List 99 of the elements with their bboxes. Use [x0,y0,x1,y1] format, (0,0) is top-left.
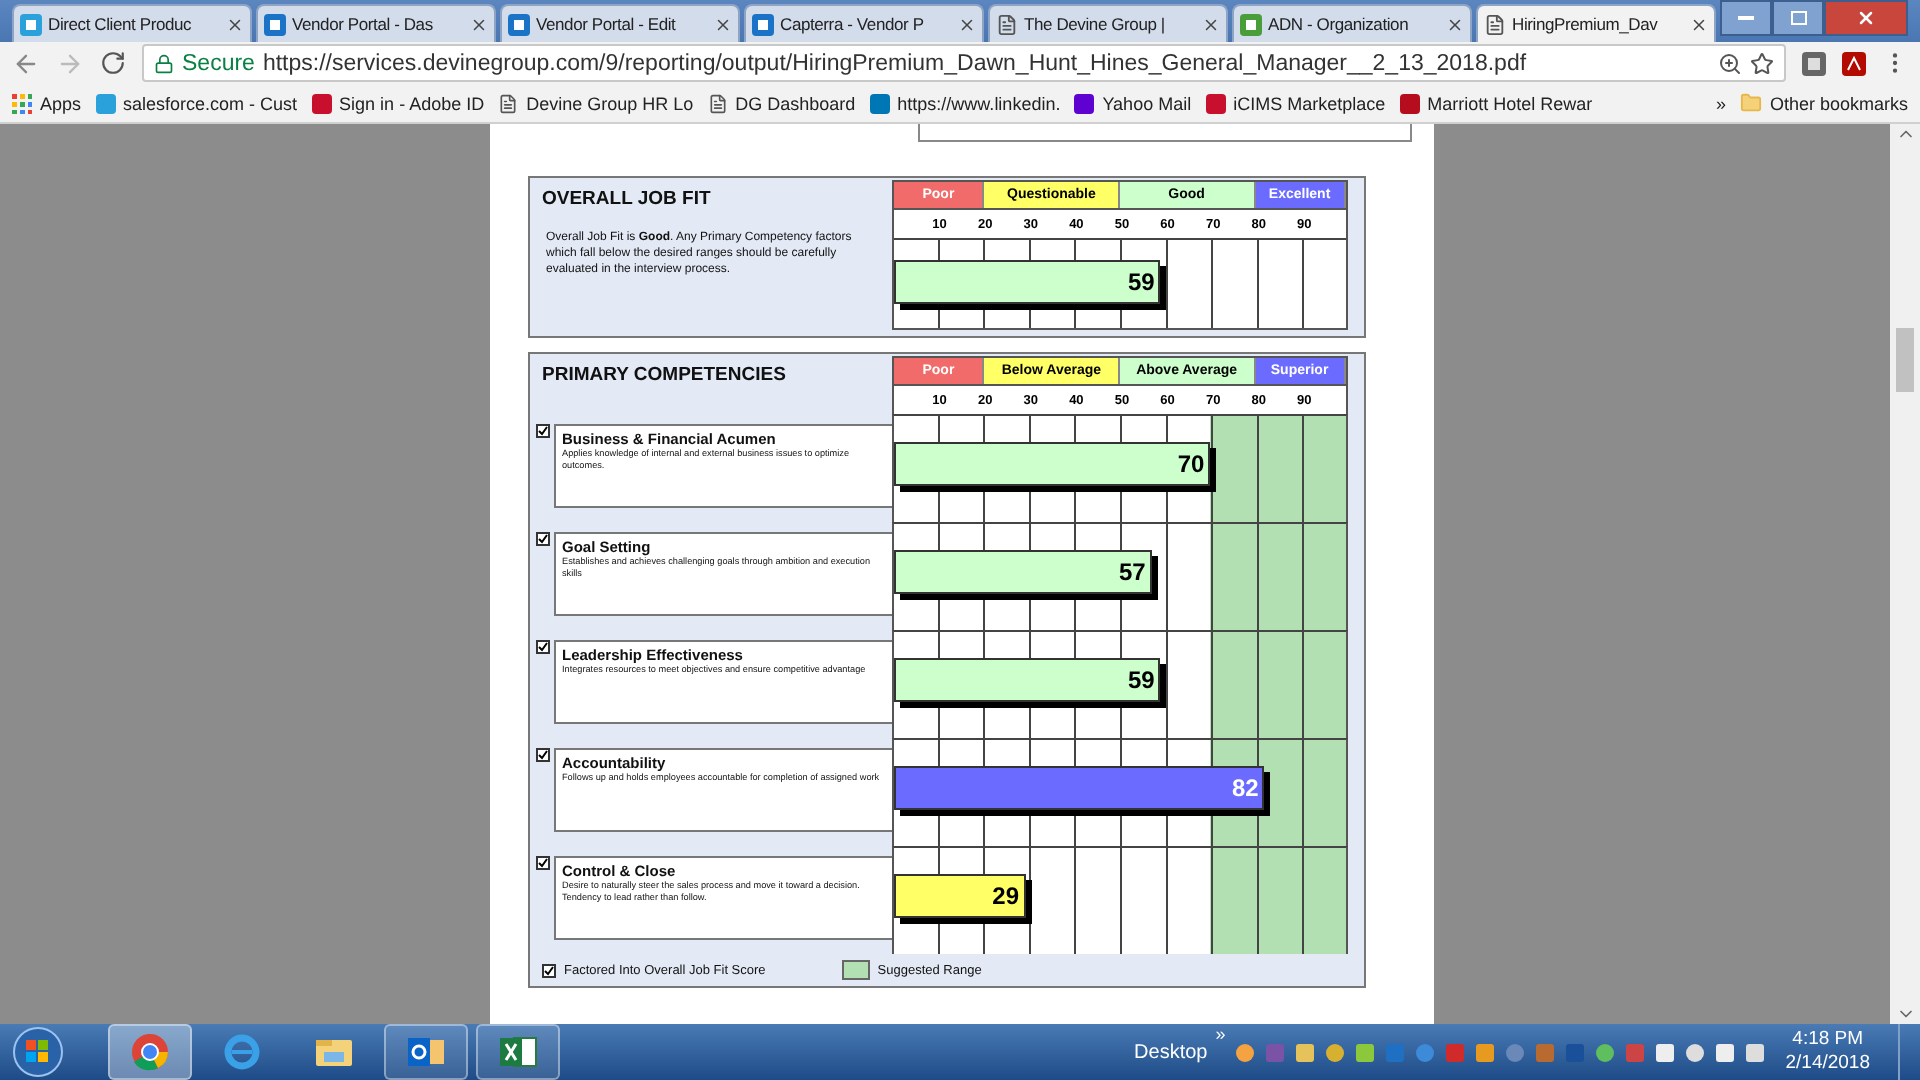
checkbox[interactable] [542,963,556,977]
browser-icon [128,1032,172,1072]
bookmark[interactable]: Devine Group HR Lo [498,93,694,113]
bookmark[interactable]: DG Dashboard [707,93,856,113]
star-icon[interactable] [1750,51,1774,75]
toolbar-overflow[interactable]: » [1215,1024,1226,1044]
section-title: OVERALL JOB FIT [540,186,713,214]
suggested-range [1210,524,1346,630]
bookmark[interactable]: https://www.linkedin. [869,93,1061,113]
close-icon[interactable] [226,15,244,33]
browser-tab[interactable]: Capterra - Vendor P [744,4,984,42]
close-icon[interactable] [714,15,732,33]
browser-tab[interactable]: Vendor Portal - Das [256,4,496,42]
score-bar: 57 [894,550,1152,594]
site-icon [20,13,42,35]
clock[interactable]: 4:18 PM 2/14/2018 [1785,1028,1870,1076]
secure-label: Secure [182,51,255,75]
scrollbar[interactable] [1890,124,1920,1024]
other-bookmarks[interactable]: Other bookmarks [1739,92,1908,114]
checkbox[interactable] [536,640,550,654]
checkbox[interactable] [536,424,550,438]
scroll-thumb[interactable] [1896,328,1914,392]
suggested-range [1210,416,1346,522]
bookmark[interactable]: Sign in - Adobe ID [311,93,485,113]
bookmark[interactable]: Yahoo Mail [1074,93,1192,113]
bookmark[interactable]: salesforce.com - Cust [95,93,298,113]
site-icon [95,93,116,113]
taskbar-app[interactable] [384,1024,468,1080]
lock-icon [154,53,174,73]
score-bar: 29 [894,874,1026,918]
site-icon [1240,13,1262,35]
folder-icon [1739,92,1762,114]
bookmark[interactable]: Marriott Hotel Rewar [1399,93,1593,113]
suggested-range [1210,632,1346,738]
site-icon [1399,93,1420,113]
extension-icon[interactable] [1802,51,1826,75]
bookmark[interactable]: Apps [12,93,82,113]
section-title: PRIMARY COMPETENCIES [540,362,788,390]
close-icon[interactable] [470,15,488,33]
close-icon[interactable] [958,15,976,33]
site-icon [311,93,332,113]
tray-icon[interactable] [1713,1041,1736,1063]
score-bar: 70 [894,442,1211,486]
address-field[interactable]: Secure https://services.devinegroup.com/9/reporting/output/HiringPremium_Dawn_Hunt_Hines_General_Manager__2_13_2018.pdf [142,44,1786,82]
back-icon[interactable] [12,49,40,77]
apps-grid-icon [12,93,32,113]
page-icon [996,13,1018,35]
reload-icon[interactable] [100,50,126,76]
spreadsheet-icon [496,1032,540,1072]
bookmark[interactable]: iCIMS Marketplace [1205,93,1386,113]
zoom-icon[interactable] [1718,51,1742,75]
mail-icon [404,1032,448,1072]
browser-tab[interactable]: HiringPremium_Dav [1476,4,1716,42]
score-bar: 82 [894,766,1265,810]
suggested-range [1210,848,1346,954]
url-text: https://services.devinegroup.com/9/reporting/output/HiringPremium_Dawn_Hunt_Hines_General_Manager__2_13_2018.pdf [262,51,1529,75]
tray-icon[interactable] [1473,1041,1496,1063]
bookmarks-overflow[interactable]: » [1715,93,1726,113]
site-icon [264,13,286,35]
tray-icon[interactable] [1293,1041,1316,1063]
close-icon[interactable] [1202,15,1220,33]
minimize-icon [1738,15,1754,21]
page-icon [498,93,519,113]
close-icon [1856,8,1876,28]
tray-icon[interactable] [1593,1041,1616,1063]
browser-tab[interactable]: ADN - Organization [1232,4,1472,42]
site-icon [752,13,774,35]
tray-icon[interactable] [1653,1041,1676,1063]
taskbar-app[interactable] [476,1024,560,1080]
minimize-button[interactable] [1720,0,1772,36]
browser-icon [220,1032,264,1072]
score-bar: 59 [894,658,1161,702]
taskbar-app[interactable] [108,1024,192,1080]
start-button[interactable] [12,1026,64,1078]
tray-icon[interactable] [1353,1041,1376,1063]
browser-tab[interactable]: Vendor Portal - Edit [500,4,740,42]
page-icon [707,93,728,113]
maximize-icon [1789,10,1807,26]
checkbox[interactable] [536,856,550,870]
close-button[interactable] [1824,0,1908,36]
site-icon [1074,93,1095,113]
page-icon [1484,13,1506,35]
legend-swatch [841,960,870,980]
site-icon [1205,93,1226,113]
close-icon[interactable] [1446,15,1464,33]
site-icon [869,93,890,113]
tray-icon[interactable] [1323,1041,1346,1063]
browser-tab[interactable]: Direct Client Produc [12,4,252,42]
desktop-toolbar-label[interactable]: Desktop [1134,1041,1208,1063]
maximize-button[interactable] [1772,0,1824,36]
checkbox[interactable] [536,748,550,762]
tray-icon[interactable] [1233,1041,1256,1063]
tray-icon[interactable] [1743,1041,1766,1063]
site-icon [508,13,530,35]
score-bar: 59 [894,260,1161,304]
tray-icon[interactable] [1683,1041,1706,1063]
browser-tab[interactable]: The Devine Group | [988,4,1228,42]
checkbox[interactable] [536,532,550,546]
close-icon[interactable] [1690,15,1708,33]
